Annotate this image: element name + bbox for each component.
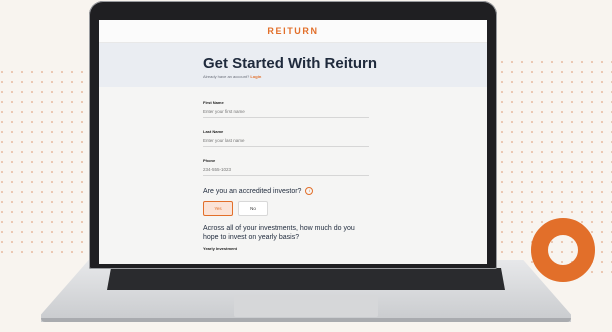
phone-input[interactable] [203, 163, 369, 176]
first-name-input[interactable] [203, 105, 369, 118]
hero-banner: Get Started With Reiturn Already have an… [99, 43, 487, 87]
accredited-question: Are you an accredited investor? i [203, 187, 369, 195]
phone-field: Phone [203, 158, 369, 176]
laptop-keyboard [107, 268, 505, 290]
no-button[interactable]: No [238, 201, 268, 216]
page-title: Get Started With Reiturn [203, 55, 378, 72]
orange-ring-decoration [531, 218, 595, 282]
have-account-text: Already have an account? Login [203, 74, 261, 79]
have-account-label: Already have an account? [203, 74, 250, 79]
laptop-lid: REITURN Get Started With Reiturn Already… [89, 1, 497, 269]
last-name-field: Last Name [203, 129, 369, 147]
laptop-edge [41, 318, 571, 322]
yes-button[interactable]: Yes [203, 201, 233, 216]
reiturn-logo[interactable]: REITURN [267, 26, 318, 36]
signup-form: First Name Last Name Phone Are you an ac… [203, 100, 369, 251]
info-icon[interactable]: i [305, 187, 314, 195]
top-bar: REITURN [99, 20, 487, 43]
first-name-field: First Name [203, 100, 369, 118]
laptop-screen: REITURN Get Started With Reiturn Already… [99, 20, 487, 264]
investment-question: Across all of your investments, how much… [203, 225, 355, 241]
yearly-investment-label: Yearly Investment [203, 246, 238, 251]
accredited-choice: Yes No [203, 201, 369, 216]
last-name-input[interactable] [203, 134, 369, 147]
laptop-touchpad [234, 295, 378, 317]
accredited-question-text: Are you an accredited investor? [203, 187, 302, 195]
login-link[interactable]: Login [250, 74, 261, 79]
